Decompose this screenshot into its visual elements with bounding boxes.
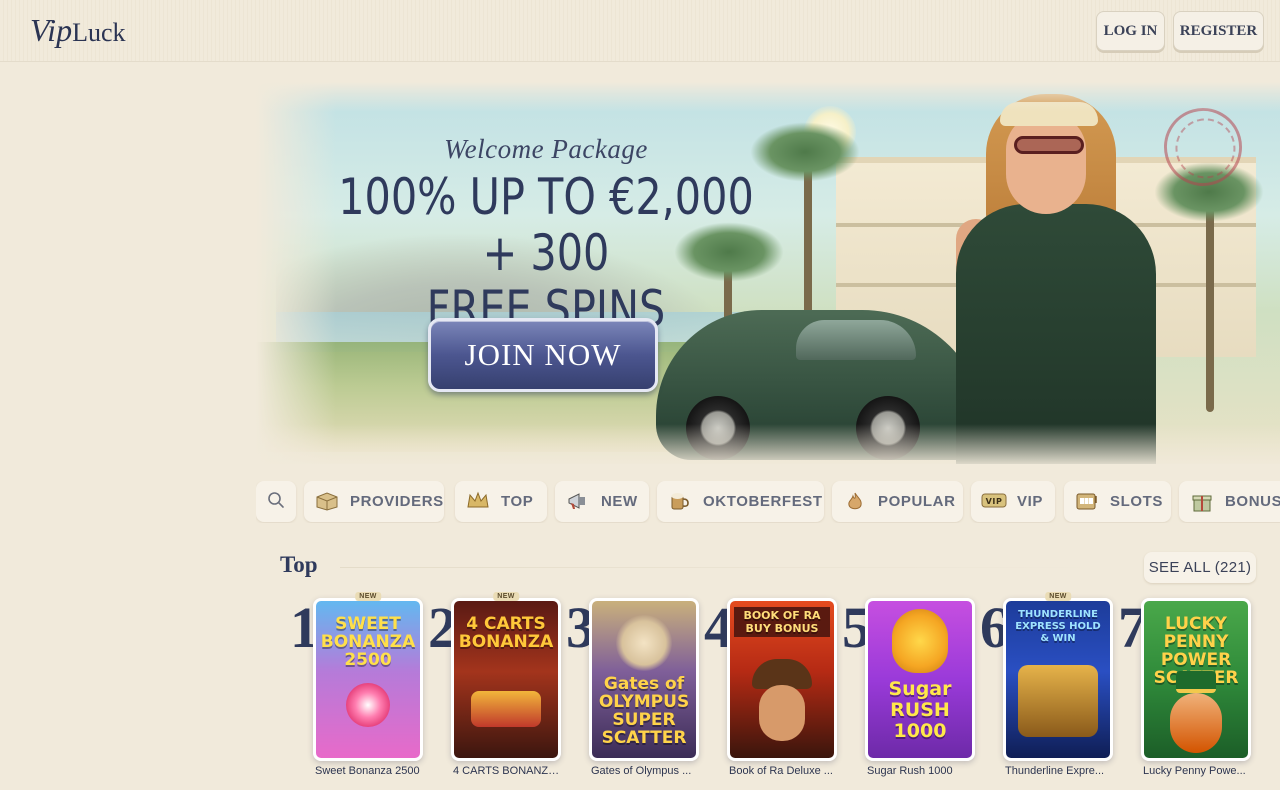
box-icon	[314, 491, 340, 513]
game-name: Sugar Rush 1000	[867, 765, 953, 777]
section-title-top: Top	[280, 552, 318, 577]
megaphone-icon	[565, 491, 591, 513]
category-oktoberfest[interactable]: OKTOBERFEST	[657, 481, 824, 522]
search-button[interactable]	[256, 481, 296, 522]
site-logo[interactable]: VipLuck	[30, 12, 125, 49]
mine-cart-icon	[471, 691, 541, 727]
game-name: Gates of Olympus ...	[591, 765, 692, 777]
zeus-figure-icon	[616, 615, 672, 671]
offer-headline: 100% UP TO €2,000 + 300 FREE SPINS	[338, 168, 754, 338]
game-name: Sweet Bonanza 2500	[315, 765, 420, 777]
category-slots[interactable]: SLOTS	[1064, 481, 1171, 522]
category-top[interactable]: TOP	[455, 481, 547, 522]
new-badge: NEW	[355, 592, 381, 601]
lollipop-icon	[346, 683, 390, 727]
game-thumbnail[interactable]: THUNDERLINE EXPRESS HOLD & WIN	[1003, 598, 1113, 761]
register-button[interactable]: REGISTER	[1173, 11, 1264, 51]
game-name: 4 CARTS BONANZA...	[453, 765, 561, 777]
game-thumbnail[interactable]: LUCKY PENNY POWER SCATTER	[1141, 598, 1251, 761]
game-thumbnail[interactable]: Sugar RUSH 1000	[865, 598, 975, 761]
game-name: Lucky Penny Powe...	[1143, 765, 1246, 777]
category-vip[interactable]: VIP VIP	[971, 481, 1055, 522]
join-now-button[interactable]: JOIN NOW	[428, 318, 658, 392]
category-popular[interactable]: POPULAR	[832, 481, 963, 522]
new-badge: NEW	[493, 592, 519, 601]
banner-offer-text: Welcome Package 100% UP TO €2,000 + 300 …	[296, 134, 796, 337]
svg-text:VIP: VIP	[986, 497, 1003, 506]
train-icon	[1018, 665, 1098, 737]
slot-machine-icon	[1074, 491, 1100, 513]
site-header: VipLuck LOG IN REGISTER	[0, 0, 1280, 62]
crown-icon	[465, 491, 491, 513]
game-thumbnail[interactable]: 4 CARTS BONANZA	[451, 598, 561, 761]
category-bonus[interactable]: BONUS	[1179, 481, 1280, 522]
game-thumbnail[interactable]: SWEET BONANZA 2500	[313, 598, 423, 761]
gumball-machine-icon	[892, 609, 948, 673]
beer-icon	[667, 491, 693, 513]
game-thumbnail[interactable]: BOOK OF RA BUY BONUS	[727, 598, 837, 761]
flame-icon	[842, 491, 868, 513]
login-button[interactable]: LOG IN	[1096, 11, 1165, 51]
category-providers[interactable]: PROVIDERS	[304, 481, 444, 522]
category-new[interactable]: NEW	[555, 481, 649, 522]
game-name: Book of Ra Deluxe ...	[729, 765, 833, 777]
banner-woman-illustration	[956, 84, 1176, 464]
game-thumbnail[interactable]: Gates of OLYMPUS SUPER SCATTER	[589, 598, 699, 761]
game-name: Thunderline Expre...	[1005, 765, 1105, 777]
gift-icon	[1189, 491, 1215, 513]
welcome-banner[interactable]: Welcome Package 100% UP TO €2,000 + 300 …	[256, 82, 1280, 464]
leprechaun-hat-icon	[1176, 671, 1216, 693]
welcome-package-label: Welcome Package	[444, 134, 648, 164]
vip-icon: VIP	[981, 491, 1007, 513]
section-divider	[340, 567, 1100, 568]
see-all-button[interactable]: SEE ALL (221)	[1144, 552, 1256, 583]
search-icon	[263, 491, 289, 513]
category-bar: PROVIDERS TOP NEW OKTOBERFEST POPULAR VI…	[256, 481, 1280, 523]
new-badge: NEW	[1045, 592, 1071, 601]
